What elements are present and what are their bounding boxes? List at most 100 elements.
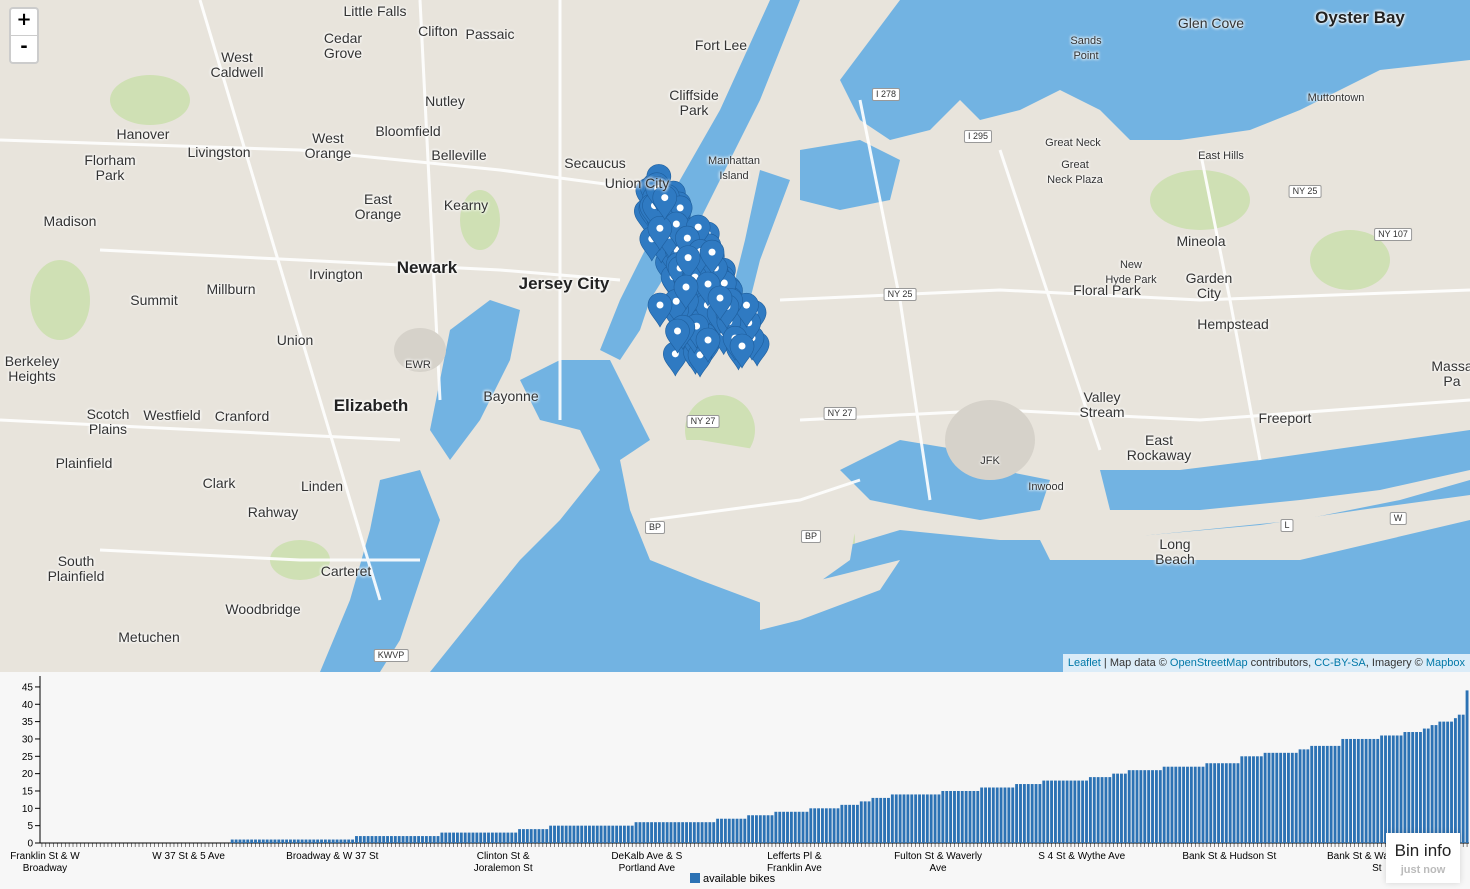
road-shield: BP [644,521,666,534]
place-label: EWR [405,359,431,371]
bar [289,839,292,843]
bar [1189,766,1193,843]
bar [537,829,541,843]
map[interactable]: + - Little Falls Clifton Passaic Cedar Grove… [0,0,1470,672]
x-category-label: Joralemon St [474,863,533,874]
bar [254,839,257,843]
bar [281,839,285,843]
bar [1252,756,1255,843]
bar [941,790,945,843]
place-label: Cranford [214,408,270,424]
bar [339,839,343,843]
osm-link[interactable]: OpenStreetMap [1170,657,1248,669]
bar [1240,756,1244,843]
bar [440,832,444,843]
bar [432,836,436,843]
bar [1050,780,1054,843]
bar [1407,732,1411,843]
place-label: Freeport [1258,410,1312,426]
bar [296,839,300,843]
place-label: Muttontown [1307,92,1365,104]
bar [1259,756,1263,843]
bar [572,825,576,843]
bar [1178,766,1182,843]
bar [727,818,731,843]
license-link[interactable]: CC-BY-SA [1314,657,1366,669]
bar [716,818,720,843]
bar [894,794,898,843]
y-tick-label: 35 [22,717,34,728]
bar [1205,763,1209,843]
place-label: Summit [130,292,178,308]
bar [1345,738,1349,843]
bar [611,825,615,843]
bar [463,832,467,843]
zoom-out-button[interactable]: - [11,35,37,62]
bar [906,794,910,843]
road-shield: NY 25 [883,288,917,301]
place-label: Secaucus [564,155,626,171]
zoom-in-button[interactable]: + [11,9,37,35]
bar [902,794,906,843]
place-label: Nutley [425,93,465,109]
bar [774,811,778,843]
bar [1318,745,1321,843]
bar [246,839,250,843]
bin-info-title: Bin info [1394,841,1452,860]
bar [234,839,238,843]
bar [805,811,809,843]
bar [428,836,432,843]
place-label: Clark [202,475,236,491]
bar [692,822,696,843]
place-label: Clifton [418,23,458,39]
bar [1213,763,1217,843]
place-label: Great Neck Plaza [1047,159,1103,186]
bar [1244,756,1248,843]
bar [366,836,370,843]
bar [1073,780,1077,843]
bar [968,790,972,843]
bar [436,836,440,843]
bar [1217,763,1220,843]
bar [778,811,782,843]
mapbox-link[interactable]: Mapbox [1426,657,1465,669]
bar [832,808,836,843]
bar [1286,752,1290,843]
place-label: Floral Park [1073,282,1141,298]
bar [1030,784,1034,843]
place-label: Long Beach [1155,536,1195,567]
bar [409,836,413,843]
x-category-label: St [1372,863,1382,874]
bar [871,797,875,843]
leaflet-link[interactable]: Leaflet [1068,657,1101,669]
place-label: Plainfield [55,455,113,471]
bar [673,822,677,843]
bar [786,811,789,843]
x-category-label: Franklin Ave [767,863,822,874]
bar [265,839,269,843]
bar [914,794,918,843]
marker-dot [672,297,680,305]
bar [925,794,929,843]
bar [1170,766,1174,843]
bar [855,804,859,843]
attribution-text: , Imagery © [1365,657,1426,669]
marker-dot [682,283,690,291]
bar [766,815,770,843]
bar [1271,752,1275,843]
bar [1426,728,1430,843]
bar [1461,714,1465,843]
place-label: Berkeley Heights [4,353,60,384]
bar [1341,738,1345,843]
bar [1120,773,1123,843]
bar [1007,787,1011,843]
x-category-label: Bank St & Hudson St [1182,851,1276,862]
bar [1395,735,1399,843]
bar [483,832,487,843]
bar [801,811,805,843]
bar [1197,766,1201,843]
bar [921,794,925,843]
bar [1360,738,1364,843]
bar [1325,745,1329,843]
bar [312,839,316,843]
